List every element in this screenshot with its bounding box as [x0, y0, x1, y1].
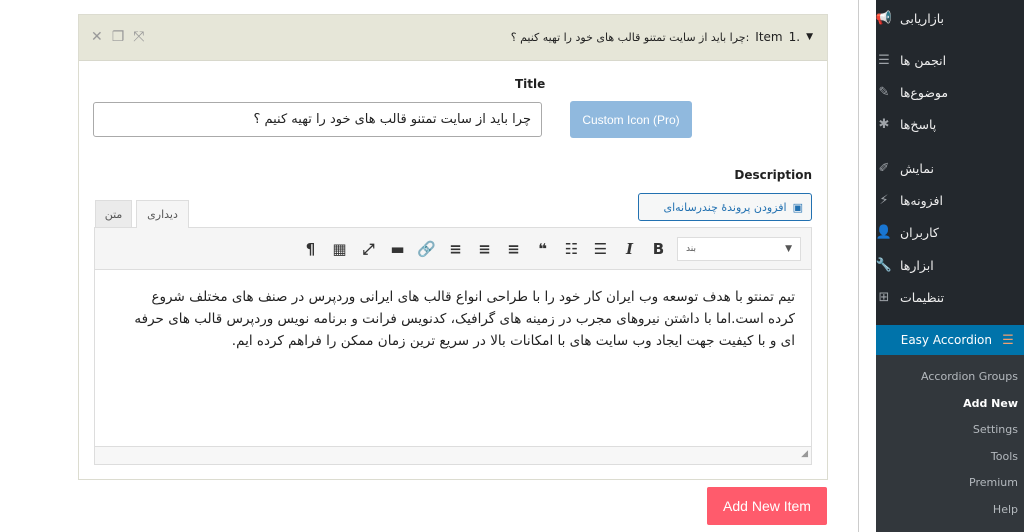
sidebar-label: موضوع‌ها: [900, 84, 949, 100]
sidebar-label: پاسخ‌ها: [900, 116, 937, 132]
italic-icon[interactable]: I: [615, 235, 644, 263]
sidebar-item-replies[interactable]: ✱ پاسخ‌ها: [876, 109, 1024, 139]
wrench-icon: 🔧: [875, 257, 892, 273]
align-right-icon[interactable]: ≡: [441, 235, 470, 263]
plugin-icon: ⚡: [879, 192, 889, 208]
sidebar-item-marketing[interactable]: 📢 بازاریابی: [876, 3, 1024, 33]
accordion-item-panel: ▼ 1. Item :چرا باید از سایت تمتنو قالب ه…: [78, 14, 828, 480]
format-select[interactable]: بند ▼: [677, 236, 801, 261]
link-icon[interactable]: 🔗: [412, 235, 441, 263]
item-prefix: Item: [755, 30, 783, 44]
add-new-item-button[interactable]: Add New Item: [707, 487, 827, 525]
sidebar-item-easy-accordion[interactable]: ☰ Easy Accordion: [876, 325, 1024, 355]
expand-icon[interactable]: ⤧: [133, 29, 144, 45]
custom-icon-button[interactable]: Custom Icon (Pro): [570, 101, 692, 138]
submenu-settings[interactable]: Settings: [973, 423, 1018, 436]
close-icon[interactable]: ✕: [91, 29, 103, 45]
sidebar-item-topics[interactable]: ✎ موضوع‌ها: [876, 77, 1024, 107]
item-number: 1.: [788, 30, 801, 44]
submenu-help[interactable]: Help: [993, 503, 1018, 516]
editor-statusbar: ◢: [95, 446, 811, 464]
tab-visual[interactable]: دیداری: [136, 200, 189, 228]
settings-icon: ⊞: [878, 289, 890, 305]
sidebar-item-users[interactable]: 👤 کاربران: [876, 217, 1024, 247]
sidebar-item-appearance[interactable]: ✐ نمایش: [876, 153, 1024, 183]
sidebar-item-plugins[interactable]: ⚡ افزونه‌ها: [876, 185, 1024, 215]
sidebar-item-forums[interactable]: ☰ انجمن ها: [876, 45, 1024, 75]
tab-text[interactable]: متن: [95, 200, 132, 227]
sidebar-label: افزونه‌ها: [900, 192, 943, 208]
submenu-premium[interactable]: Premium: [969, 476, 1018, 489]
item-heading: :چرا باید از سایت تمتنو قالب های خود را …: [510, 30, 750, 44]
bullet-list-icon[interactable]: ☰: [586, 235, 615, 263]
add-media-button[interactable]: ▣ افزودن پروندهٔ چندرسانه‌ای: [638, 193, 812, 221]
submenu-add-new[interactable]: Add New: [963, 397, 1018, 410]
dropdown-arrow-icon: ▼: [785, 243, 792, 254]
format-value: بند: [686, 243, 696, 254]
description-label: Description: [734, 168, 812, 182]
brush-icon: ✐: [878, 160, 890, 176]
accordion-icon: ☰: [1002, 332, 1014, 348]
align-center-icon[interactable]: ≡: [470, 235, 499, 263]
sidebar-label: Easy Accordion: [900, 333, 992, 347]
numbered-list-icon[interactable]: ☷: [557, 235, 586, 263]
resize-handle-icon[interactable]: ◢: [801, 449, 808, 459]
editor-toolbar: بند ▼ B I ☰ ☷ ❝ ≡ ≡ ≡ 🔗 ▬ ⤢ ▦ ¶: [95, 228, 811, 270]
submenu-tools[interactable]: Tools: [991, 450, 1018, 463]
editor-content[interactable]: تیم تمنتو با هدف توسعه وب ایران کار خود …: [95, 270, 811, 446]
sidebar-label: انجمن ها: [900, 52, 947, 68]
megaphone-icon: 📢: [875, 10, 892, 26]
submenu-accordion-groups[interactable]: Accordion Groups: [921, 370, 1018, 383]
toolbar-toggle-icon[interactable]: ▦: [325, 235, 354, 263]
user-icon: 👤: [875, 224, 892, 240]
divider: [858, 0, 859, 532]
rich-text-editor: بند ▼ B I ☰ ☷ ❝ ≡ ≡ ≡ 🔗 ▬ ⤢ ▦ ¶ تیم تمنتو…: [94, 227, 812, 465]
admin-sidebar: 📢 بازاریابی ☰ انجمن ها ✎ موضوع‌ها ✱ پاسخ‌ها …: [876, 0, 1024, 532]
title-input[interactable]: [93, 102, 542, 137]
item-header[interactable]: ▼ 1. Item :چرا باید از سایت تمتنو قالب ه…: [79, 15, 827, 61]
sidebar-item-tools[interactable]: 🔧 ابزارها: [876, 250, 1024, 280]
forum-icon: ☰: [878, 52, 890, 68]
chevron-down-icon[interactable]: ▼: [806, 32, 813, 42]
blockquote-icon[interactable]: ❝: [528, 235, 557, 263]
read-more-icon[interactable]: ▬: [383, 235, 412, 263]
title-label: Title: [515, 77, 546, 91]
fullscreen-icon[interactable]: ⤢: [354, 235, 383, 263]
add-media-label: افزودن پروندهٔ چندرسانه‌ای: [663, 200, 787, 214]
align-left-icon[interactable]: ≡: [499, 235, 528, 263]
sidebar-item-settings[interactable]: ⊞ تنظیمات: [876, 282, 1024, 312]
replies-icon: ✱: [878, 116, 890, 132]
duplicate-icon[interactable]: ❐: [112, 29, 125, 45]
sidebar-label: ابزارها: [900, 257, 934, 273]
bold-icon[interactable]: B: [644, 235, 673, 263]
sidebar-label: بازاریابی: [900, 10, 945, 26]
sidebar-label: تنظیمات: [900, 289, 945, 305]
submenu: Accordion Groups Add New Settings Tools …: [876, 355, 1024, 532]
topics-icon: ✎: [878, 84, 890, 100]
sidebar-label: کاربران: [900, 224, 939, 240]
media-icon: ▣: [792, 200, 803, 214]
sidebar-label: نمایش: [900, 160, 934, 176]
rtl-paragraph-icon[interactable]: ¶: [296, 235, 325, 263]
